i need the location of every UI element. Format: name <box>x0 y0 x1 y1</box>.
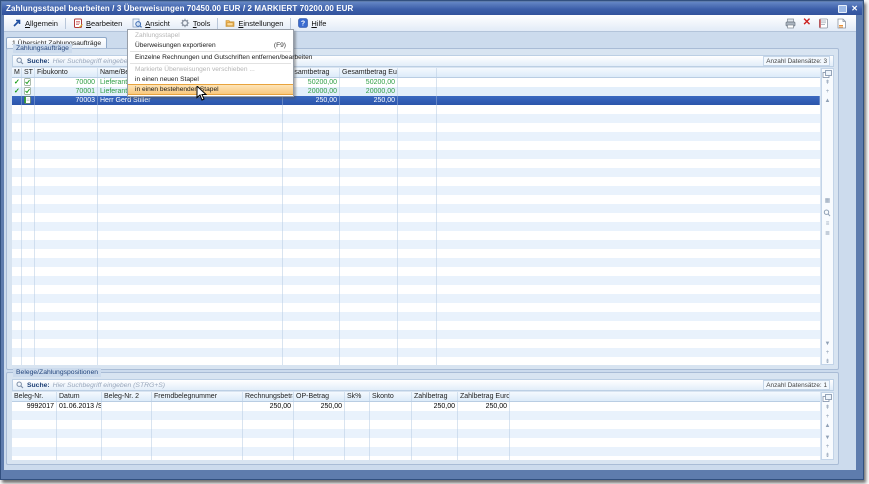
tools-icon <box>180 18 190 28</box>
scroll-down-icon[interactable]: ▼ <box>822 340 833 348</box>
marked-check-icon: ✓ <box>12 87 22 96</box>
help-icon: ? <box>298 18 308 28</box>
application-screen: Zahlungsstapel bearbeiten / 3 Überweisun… <box>0 0 869 484</box>
svg-text:?: ? <box>301 21 305 28</box>
edit-batch-button[interactable] <box>818 18 829 29</box>
arrow-ne-icon <box>12 18 22 28</box>
scroll-top-icon[interactable]: ⇞ <box>822 79 833 87</box>
menu-item-in-bestehenden-stapel[interactable]: in einen bestehenden Stapel <box>128 84 293 95</box>
add-row-icon[interactable]: + <box>822 413 833 421</box>
add-row-icon[interactable]: + <box>822 349 833 357</box>
payments-table: M ST Fibukonto Name/Bezeichnun Gesamtbet… <box>12 68 820 365</box>
positions-table: Beleg-Nr. Datum Beleg-Nr. 2 Fremdbelegnu… <box>12 392 820 460</box>
search-label: Suche: <box>27 58 50 65</box>
column-header-st[interactable]: ST <box>22 68 35 78</box>
menu-allgemein[interactable]: Allgemein <box>7 16 63 30</box>
column-header-op-betrag[interactable]: OP-Betrag <box>294 392 345 402</box>
filter-settings-icon[interactable]: ≣ <box>822 230 833 238</box>
add-row-icon[interactable]: + <box>822 88 833 96</box>
document-status-icon <box>24 78 31 86</box>
restore-icon[interactable] <box>838 5 847 13</box>
document-edit-icon <box>24 96 31 104</box>
scroll-up-icon[interactable]: ▲ <box>822 97 833 105</box>
magnifier-page-icon <box>132 18 142 28</box>
column-header-zahlbetrag-euro[interactable]: Zahlbetrag Euro <box>458 392 510 402</box>
menu-tools[interactable]: Tools <box>175 16 216 30</box>
positions-search-input[interactable]: Suche: Hier Suchbegriff eingeben (STRG+S… <box>12 379 834 391</box>
column-header-datum[interactable]: Datum <box>57 392 102 402</box>
column-header-rechnungsbetrag[interactable]: Rechnungsbetrag <box>243 392 294 402</box>
menu-separator <box>65 18 66 29</box>
menu-item-einzelne-rechnungen[interactable]: Einzelne Rechnungen und Gutschriften ent… <box>128 53 293 62</box>
scroll-top-icon[interactable]: ⇞ <box>822 404 833 412</box>
client-area: 1 Übersicht Zahlungsaufträge Zahlungsauf… <box>4 32 856 470</box>
add-row-icon[interactable]: + <box>822 443 833 451</box>
payments-table-toolbar: ⇞ + ▲ ▦ ≡ ≣ ▼ + ⇟ <box>821 68 834 365</box>
menu-einstellungen[interactable]: Einstellungen <box>220 16 288 30</box>
positions-group-label: Belege/Zahlungspositionen <box>13 368 101 377</box>
column-header-fremdbelegnummer[interactable]: Fremdbelegnummer <box>152 392 243 402</box>
copy-grid-icon[interactable] <box>822 394 833 402</box>
print-button[interactable] <box>785 18 796 29</box>
toolbar-right: ✕ <box>785 18 853 29</box>
menu-separator <box>217 18 218 29</box>
edit-notepad-icon <box>73 18 83 28</box>
menu-item-markierte-verschieben[interactable]: Markierte Überweisungen verschieben ... <box>128 65 293 74</box>
empty-rows-area <box>12 411 820 460</box>
grid-view-icon[interactable]: ▦ <box>822 197 833 205</box>
table-row[interactable]: 9992017 01.06.2013 /Sa 250,00 250,00 250… <box>12 402 820 411</box>
column-header-fibukonto[interactable]: Fibukonto <box>35 68 98 78</box>
record-count-badge: Anzahl Datensätze: 3 <box>763 56 830 66</box>
column-header-m[interactable]: M <box>12 68 22 78</box>
settings-folder-icon <box>225 18 235 28</box>
search-rows-icon[interactable] <box>822 209 833 217</box>
empty-rows-area <box>12 105 820 365</box>
scroll-up-icon[interactable]: ▲ <box>822 422 833 430</box>
menu-separator <box>130 51 291 52</box>
search-icon <box>16 381 24 389</box>
tools-menu: Zahlungsstapel Überweisungen exportieren… <box>127 29 294 97</box>
search-icon <box>16 57 24 65</box>
column-header-skonto[interactable]: Skonto <box>370 392 412 402</box>
menu-hilfe[interactable]: ? Hilfe <box>293 16 331 30</box>
delete-button[interactable]: ✕ <box>803 18 811 28</box>
close-icon[interactable]: ✕ <box>851 5 858 13</box>
column-header-beleg-nr[interactable]: Beleg-Nr. <box>12 392 57 402</box>
positions-table-header: Beleg-Nr. Datum Beleg-Nr. 2 Fremdbelegnu… <box>12 392 820 402</box>
mouse-cursor <box>196 86 207 101</box>
filter-icon[interactable]: ≡ <box>822 220 833 228</box>
positions-groupbox: Belege/Zahlungspositionen Suche: Hier Su… <box>6 372 839 465</box>
column-header-gesamtbetrag-euro[interactable]: Gesamtbetrag Euro <box>340 68 398 78</box>
column-header-beleg-nr-2[interactable]: Beleg-Nr. 2 <box>102 392 152 402</box>
menu-separator <box>130 63 291 64</box>
window-title: Zahlungsstapel bearbeiten / 3 Überweisun… <box>6 4 353 13</box>
search-label: Suche: <box>27 382 50 389</box>
scroll-bottom-icon[interactable]: ⇟ <box>822 452 833 460</box>
copy-grid-icon[interactable] <box>822 70 833 78</box>
payments-group-label: Zahlungsaufträge <box>13 44 72 53</box>
menu-item-zahlungsstapel[interactable]: Zahlungsstapel <box>128 31 293 40</box>
scroll-down-icon[interactable]: ▼ <box>822 434 833 442</box>
shortcut-label: (F9) <box>274 42 286 49</box>
scroll-bottom-icon[interactable]: ⇟ <box>822 358 833 366</box>
menu-bearbeiten[interactable]: Bearbeiten <box>68 16 127 30</box>
record-count-badge: Anzahl Datensätze: 1 <box>763 380 830 390</box>
positions-table-toolbar: ⇞ + ▲ ▼ + ⇟ <box>821 392 834 460</box>
menu-separator <box>290 18 291 29</box>
menu-item-ueberweisungen-exportieren[interactable]: Überweisungen exportieren(F9) <box>128 40 293 50</box>
column-header-zahlbetrag[interactable]: Zahlbetrag <box>412 392 458 402</box>
menu-ansicht[interactable]: Ansicht <box>127 16 175 30</box>
marked-check-icon: ✓ <box>12 78 22 87</box>
title-bar: Zahlungsstapel bearbeiten / 3 Überweisun… <box>2 2 862 15</box>
menu-item-in-neuen-stapel[interactable]: in einen neuen Stapel <box>128 74 293 84</box>
table-row-selected[interactable]: 70003 Herr Gerd Stiller 250,00 250,00 <box>12 96 820 105</box>
new-document-button[interactable] <box>836 18 847 29</box>
column-header-sk[interactable]: Sk% <box>345 392 370 402</box>
document-status-icon <box>24 87 31 95</box>
search-placeholder: Hier Suchbegriff eingeben (STRG+S) <box>53 382 165 389</box>
